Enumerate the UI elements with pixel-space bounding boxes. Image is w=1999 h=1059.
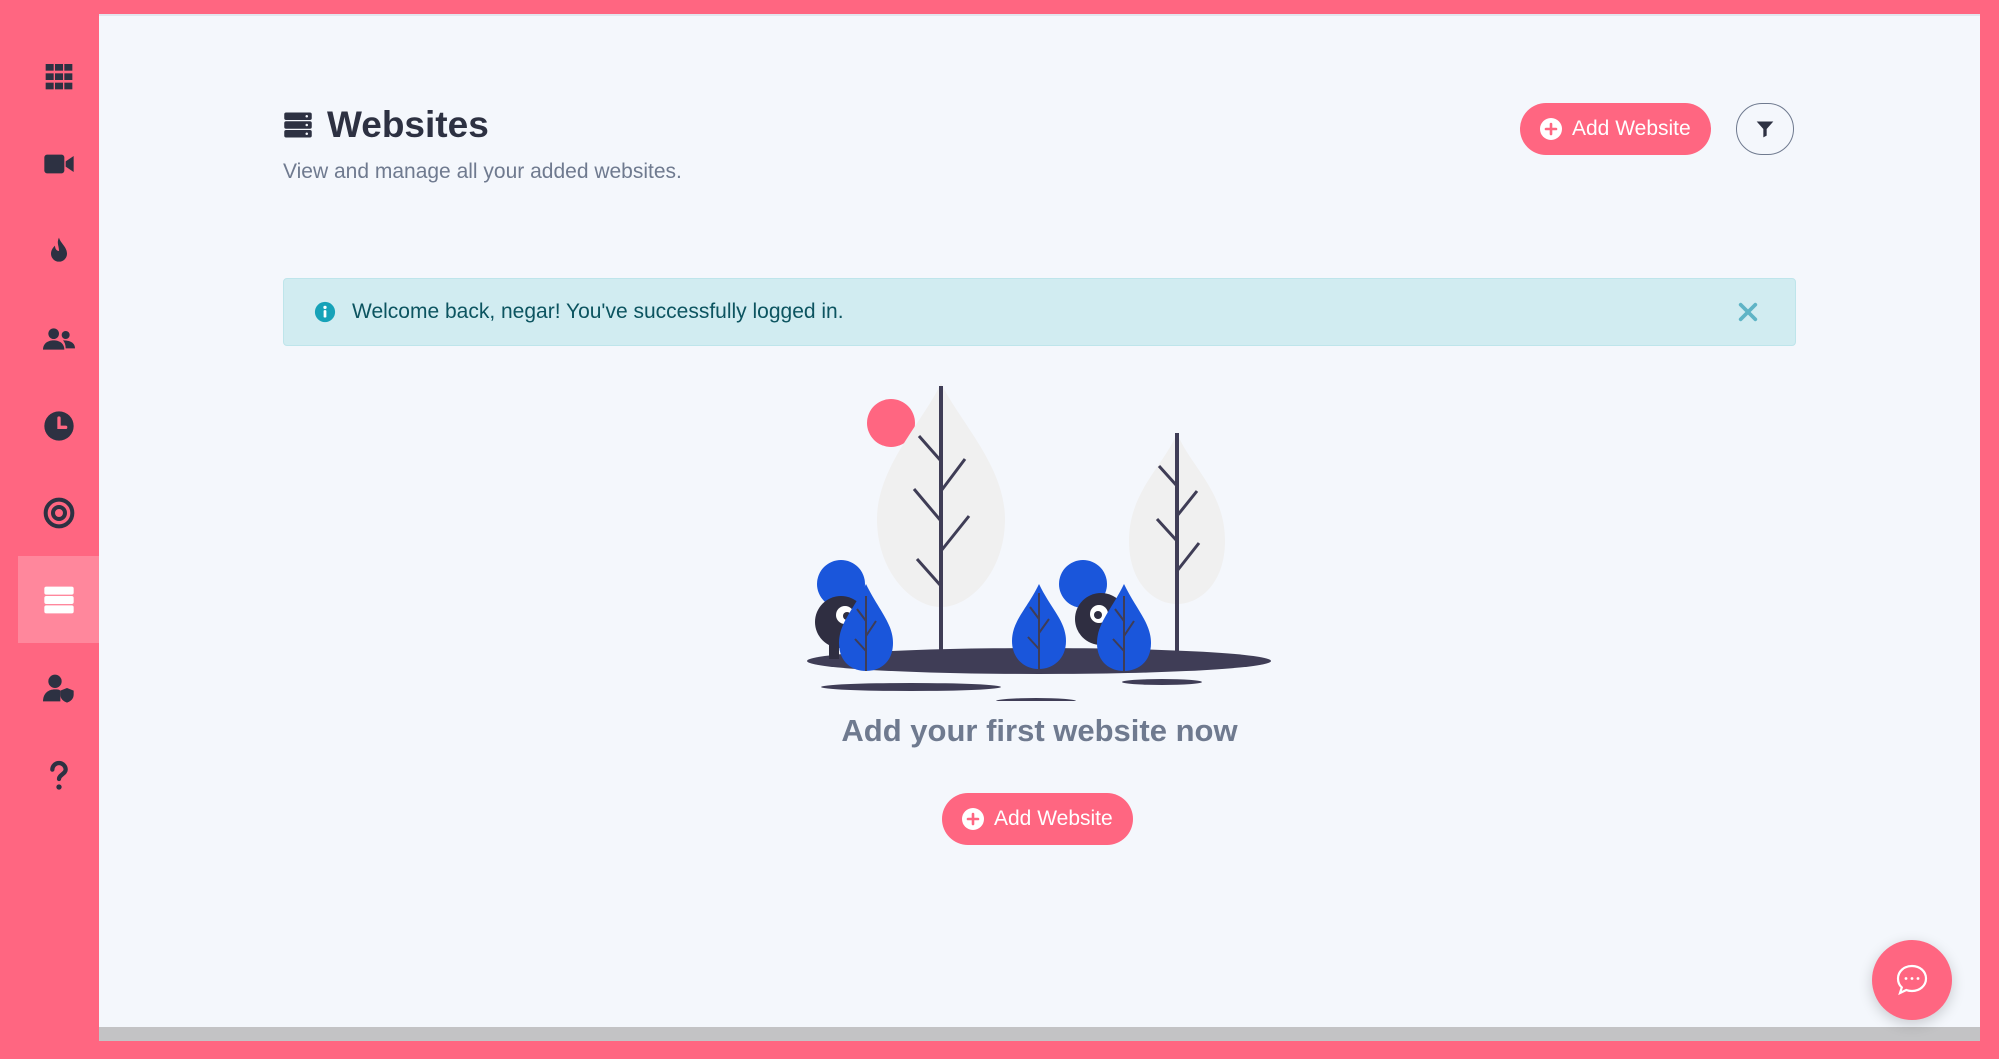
horizontal-scrollbar[interactable] [99,1027,1980,1041]
question-icon [49,760,68,790]
target-icon [43,497,74,528]
empty-state-illustration [807,383,1271,701]
page-header: Websites View and manage all your added … [283,104,682,184]
sidebar-item-users[interactable] [18,295,99,382]
video-camera-icon [43,154,74,173]
plus-circle-icon [1540,118,1562,140]
sidebar-item-user-shield[interactable] [18,644,99,731]
sidebar-item-video[interactable] [18,120,99,207]
page-subtitle: View and manage all your added websites. [283,160,682,183]
server-icon [43,586,74,613]
sidebar-item-apps[interactable] [18,32,99,119]
server-icon [284,112,312,138]
alert-message: Welcome back, negar! You've successfully… [352,300,844,323]
sidebar-item-websites[interactable] [18,556,99,643]
grid-icon [45,63,72,89]
chat-button[interactable] [1872,940,1952,1020]
close-icon[interactable] [1737,301,1759,323]
filter-button[interactable] [1736,103,1794,155]
users-icon [42,327,75,350]
empty-state-title: Add your first website now [841,713,1238,748]
plus-circle-icon [962,808,984,830]
add-website-button[interactable]: Add Website [1520,103,1711,155]
add-website-button-label: Add Website [994,807,1113,830]
fire-icon [50,237,67,262]
sidebar-item-clock[interactable] [18,382,99,469]
page-title: Websites [327,104,489,145]
title-row: Websites [283,104,682,146]
sidebar-item-target[interactable] [18,469,99,556]
sidebar-item-fire[interactable] [18,207,99,294]
filter-icon [1756,121,1774,138]
user-shield-icon [42,674,74,703]
success-alert: Welcome back, negar! You've successfully… [283,278,1796,346]
chat-bubble-icon [1896,964,1928,996]
info-circle-icon [314,301,336,323]
add-website-button-label: Add Website [1572,117,1691,140]
add-website-button-empty-state[interactable]: Add Website [942,793,1133,845]
sidebar [0,0,99,1059]
main-content: Websites View and manage all your added … [99,14,1980,1028]
sidebar-item-help[interactable] [18,731,99,818]
clock-icon [43,410,74,441]
